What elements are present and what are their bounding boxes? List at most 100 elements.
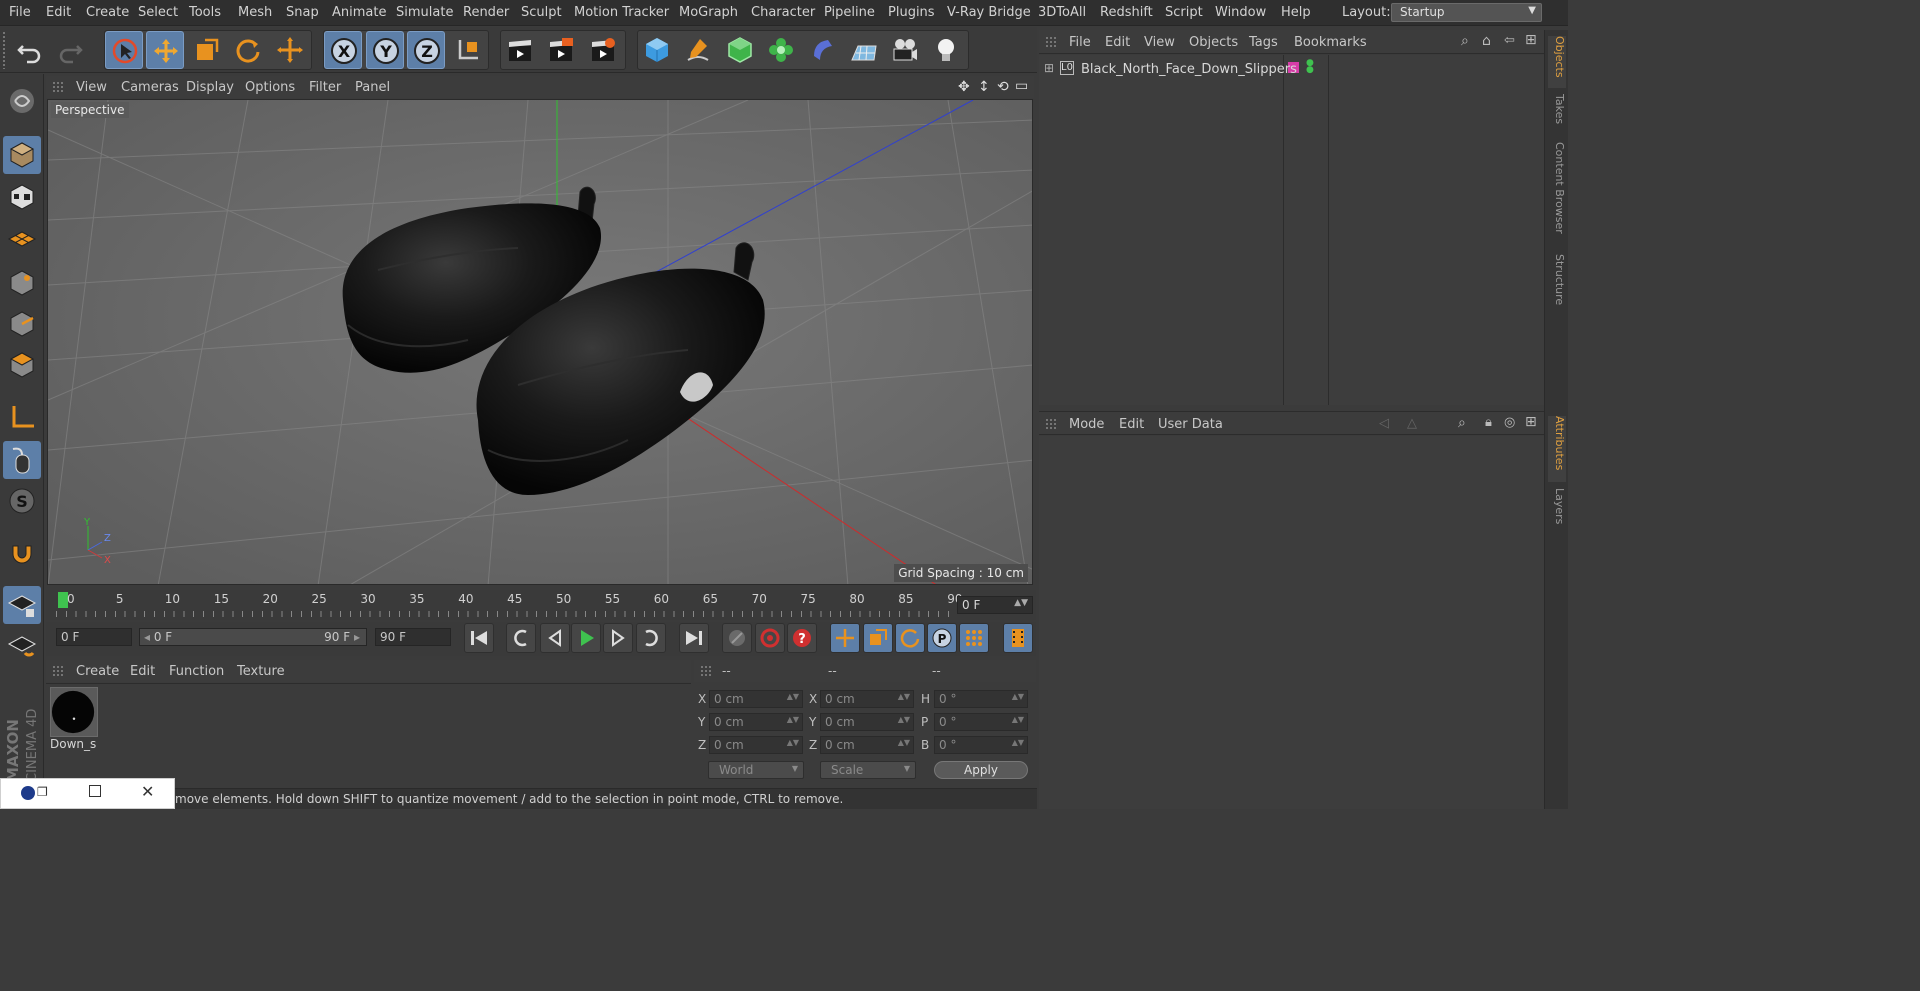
target-icon[interactable]: ◎ — [1504, 415, 1515, 430]
menu-3dtoall[interactable]: 3DToAll — [1038, 5, 1086, 20]
autokeying-button[interactable]: ? — [787, 623, 817, 653]
coord-value-field[interactable]: 0 cm ▲▼ — [820, 713, 914, 731]
viewport-menu-filter[interactable]: Filter — [309, 80, 341, 95]
key-rotation-button[interactable] — [895, 623, 925, 653]
material-name[interactable]: Down_s — [50, 737, 100, 751]
coord-value-field[interactable]: 0 ° ▲▼ — [934, 736, 1028, 754]
coordinate-mode-dropdown[interactable]: Scale ▼ — [820, 761, 916, 779]
coord-value-field[interactable]: 0 cm ▲▼ — [709, 713, 803, 731]
coord-value-field[interactable]: 0 cm ▲▼ — [820, 736, 914, 754]
cloner-button[interactable] — [762, 31, 800, 69]
layout-dropdown[interactable]: Startup ▼ — [1391, 3, 1542, 22]
menu-help[interactable]: Help — [1281, 5, 1311, 20]
play-button[interactable] — [571, 623, 601, 653]
viewport-menu-view[interactable]: View — [76, 80, 107, 95]
viewport-maximize-icon[interactable]: ▭ — [1015, 78, 1028, 94]
cube-object-button[interactable] — [638, 31, 676, 69]
coord-value-field[interactable]: 0 ° ▲▼ — [934, 713, 1028, 731]
material-menu-function[interactable]: Function — [169, 664, 224, 679]
viewport-orbit-icon[interactable]: ⟲ — [997, 79, 1009, 95]
new-window-icon[interactable]: ⊞ — [1525, 414, 1537, 430]
object-name[interactable]: Black_North_Face_Down_Slippers — [1081, 62, 1297, 77]
edges-mode-button[interactable] — [3, 305, 41, 343]
tab-takes[interactable]: Takes — [1548, 94, 1566, 134]
live-selection-button[interactable] — [105, 31, 143, 69]
key-scale-button[interactable] — [863, 623, 893, 653]
spinner-icon[interactable]: ▲▼ — [898, 715, 910, 724]
deformer-button[interactable] — [803, 31, 841, 69]
pen-spline-button[interactable] — [679, 31, 717, 69]
key-parameter-button[interactable]: P — [927, 623, 957, 653]
previous-key-button[interactable] — [506, 623, 536, 653]
coord-value-field[interactable]: 0 cm ▲▼ — [820, 690, 914, 708]
spinner-icon[interactable]: ▲▼ — [1012, 692, 1024, 701]
polygons-mode-button[interactable] — [3, 346, 41, 384]
attr-menu-edit[interactable]: Edit — [1119, 417, 1144, 432]
spinner-icon[interactable]: ▲▼ — [1014, 598, 1028, 608]
current-frame-field[interactable]: 0 F ▲▼ — [957, 596, 1033, 614]
menu-simulate[interactable]: Simulate — [396, 5, 453, 20]
material-thumbnail[interactable] — [50, 687, 98, 737]
record-key-disabled-button[interactable] — [722, 623, 752, 653]
apply-button[interactable]: Apply — [934, 761, 1028, 779]
tab-attributes[interactable]: Attributes — [1548, 416, 1566, 482]
om-menu-tags[interactable]: Tags — [1249, 35, 1278, 50]
menu-vray-bridge[interactable]: V-Ray Bridge — [947, 5, 1031, 20]
expand-plus-icon[interactable]: ⊞ — [1044, 61, 1054, 75]
spinner-icon[interactable]: ▲▼ — [898, 692, 910, 701]
planar-workplane-button[interactable] — [3, 627, 41, 665]
solo-button[interactable]: S — [3, 482, 41, 520]
spinner-icon[interactable]: ▲▼ — [898, 738, 910, 747]
menu-mograph[interactable]: MoGraph — [679, 5, 738, 20]
timeline-window-button[interactable] — [1003, 623, 1033, 653]
z-axis-lock-button[interactable]: Z — [407, 31, 445, 69]
panel-grip[interactable] — [1045, 418, 1057, 430]
render-picture-viewer-button[interactable] — [542, 31, 580, 69]
key-point-level-button[interactable] — [959, 623, 989, 653]
tab-objects[interactable]: Objects — [1548, 36, 1566, 88]
locked-workplane-button[interactable] — [3, 586, 41, 624]
menu-character[interactable]: Character — [751, 5, 815, 20]
tab-structure[interactable]: Structure — [1548, 254, 1566, 312]
viewport-menu-panel[interactable]: Panel — [355, 80, 390, 95]
record-active-objects-button[interactable] — [755, 623, 785, 653]
toolbar-grip[interactable] — [2, 31, 6, 69]
previous-frame-button[interactable] — [540, 623, 570, 653]
material-menu-texture[interactable]: Texture — [237, 664, 285, 679]
menu-create[interactable]: Create — [86, 5, 129, 20]
range-right-arrow-icon[interactable]: ▸ — [350, 630, 360, 644]
coord-value-field[interactable]: 0 cm ▲▼ — [709, 736, 803, 754]
coord-value-field[interactable]: 0 cm ▲▼ — [709, 690, 803, 708]
om-menu-edit[interactable]: Edit — [1105, 35, 1130, 50]
home-icon[interactable]: ⌂ — [1482, 33, 1491, 49]
attr-menu-mode[interactable]: Mode — [1069, 417, 1104, 432]
search-icon[interactable]: ⌕ — [1461, 33, 1469, 49]
search-icon[interactable]: ⌕ — [1458, 415, 1466, 431]
menu-pipeline[interactable]: Pipeline — [824, 5, 875, 20]
om-menu-file[interactable]: File — [1069, 35, 1091, 50]
attr-menu-user-data[interactable]: User Data — [1158, 417, 1223, 432]
viewport-menu-cameras[interactable]: Cameras — [121, 80, 179, 95]
restore-icon[interactable]: ❐ — [37, 785, 48, 799]
timeline-ruler[interactable]: 0 5 10 15 20 25 30 35 40 45 50 55 60 65 70 75 80 85 90 — [46, 590, 1036, 620]
om-menu-view[interactable]: View — [1144, 35, 1175, 50]
menu-select[interactable]: Select — [138, 5, 178, 20]
tweak-mode-button[interactable] — [3, 441, 41, 479]
workplane-mode-button[interactable] — [3, 220, 41, 258]
move-tool-button[interactable] — [146, 31, 184, 69]
redo-button[interactable] — [52, 31, 90, 69]
menu-redshift[interactable]: Redshift — [1100, 5, 1153, 20]
rotate-tool-button[interactable] — [229, 31, 267, 69]
camera-object-button[interactable] — [886, 31, 924, 69]
material-menu-edit[interactable]: Edit — [130, 664, 155, 679]
snap-magnet-button[interactable] — [3, 534, 41, 572]
coord-value-field[interactable]: 0 ° ▲▼ — [934, 690, 1028, 708]
range-left-arrow-icon[interactable]: ◂ — [144, 630, 154, 644]
menu-mesh[interactable]: Mesh — [238, 5, 272, 20]
panel-grip[interactable] — [52, 81, 64, 93]
render-settings-button[interactable] — [584, 31, 622, 69]
menu-sculpt[interactable]: Sculpt — [521, 5, 562, 20]
material-menu-create[interactable]: Create — [76, 664, 119, 679]
perspective-viewport[interactable]: Y Z X Perspective Grid Spacing : 10 cm — [47, 99, 1033, 585]
lock-icon[interactable]: 🔒︎ — [1485, 415, 1492, 430]
